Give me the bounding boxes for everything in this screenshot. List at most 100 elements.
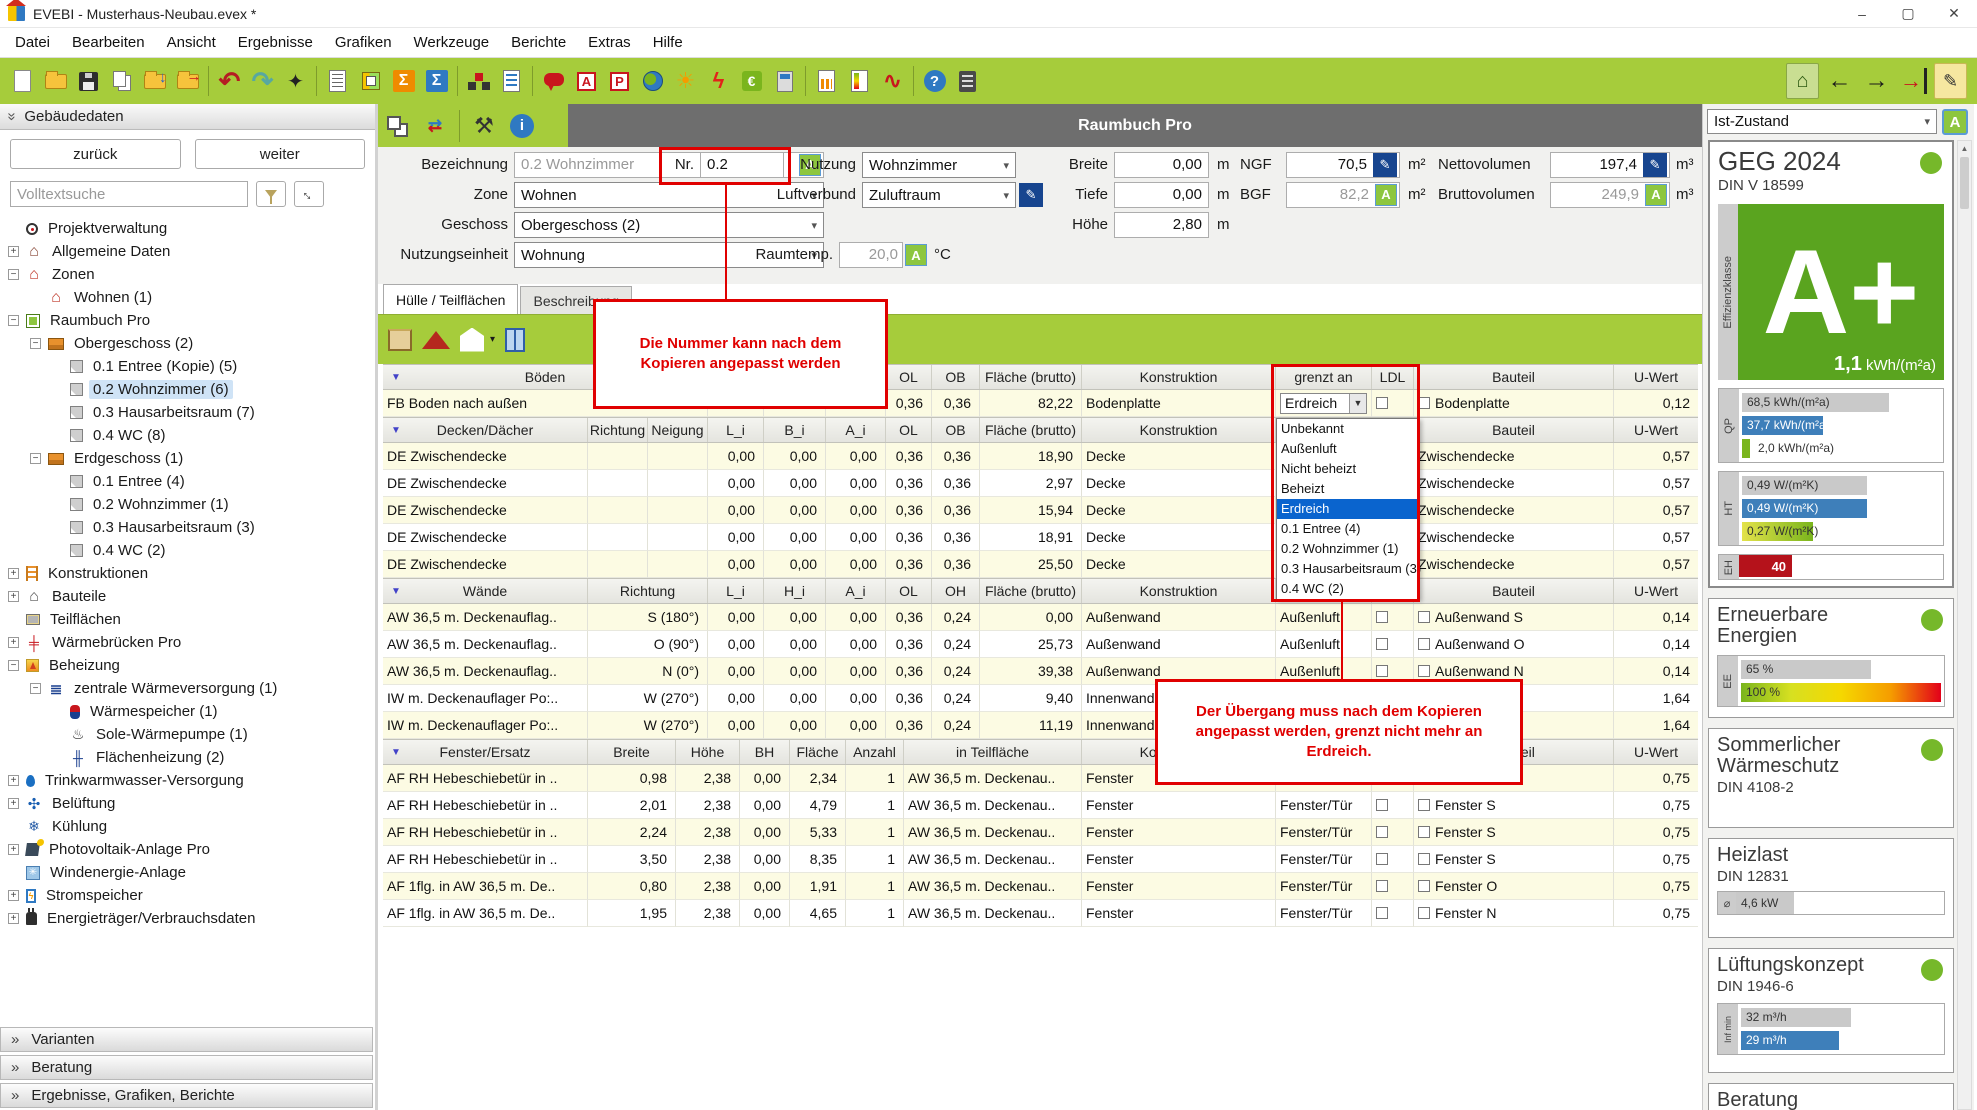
tree-item[interactable]: 0.2 Wohnzimmer (6) — [0, 378, 375, 401]
next-button[interactable]: weiter — [195, 139, 366, 169]
tree-item[interactable]: Flächenheizung (2) — [0, 746, 375, 769]
bauteil-checkbox[interactable] — [1418, 611, 1430, 623]
minimize-icon[interactable]: – — [1839, 0, 1885, 27]
boeden-row[interactable]: FB Boden nach außen 0,36 0,36 82,22 Bode… — [383, 390, 1698, 417]
menu-item[interactable]: Grafiken — [324, 30, 403, 55]
toolbar-icon[interactable] — [951, 63, 984, 99]
tree-item[interactable]: − Erdgeschoss (1) — [0, 447, 375, 470]
toolbar-nav-icon[interactable] — [1823, 63, 1856, 99]
fenster-row[interactable]: AF RH Hebeschiebetür in .. 2,24 2,38 0,0… — [383, 819, 1698, 846]
sidebar-header[interactable]: » Gebäudedaten — [0, 104, 375, 130]
compare-icon[interactable]: ⇄ — [416, 107, 454, 145]
tree-expander[interactable]: + — [8, 798, 19, 809]
tree-expander[interactable]: + — [8, 775, 19, 786]
close-icon[interactable]: ✕ — [1931, 0, 1977, 27]
tree-item[interactable]: Kühlung — [0, 815, 375, 838]
tree-expander[interactable]: + — [8, 637, 19, 648]
tree-item[interactable]: Sole-Wärmepumpe (1) — [0, 723, 375, 746]
tree-expander[interactable]: − — [8, 269, 19, 280]
toolbar-icon[interactable] — [213, 63, 246, 99]
luftverbund-select[interactable]: Zuluftraum▾ — [862, 182, 1016, 208]
toolbar-icon[interactable] — [204, 63, 213, 99]
toolbar-icon[interactable] — [312, 63, 321, 99]
maximize-icon[interactable]: ▢ — [1885, 0, 1931, 27]
tree-item[interactable]: 0.4 WC (8) — [0, 424, 375, 447]
toolbar-icon[interactable] — [810, 63, 843, 99]
grenzt-an-combo[interactable]: Erdreich▼ — [1280, 393, 1367, 414]
nettovolumen-field[interactable]: 197,4✎ — [1550, 152, 1670, 178]
bauteil-checkbox[interactable] — [1418, 799, 1430, 811]
toolbar-icon[interactable] — [354, 63, 387, 99]
ngf-field[interactable]: 70,5✎ — [1286, 152, 1400, 178]
tree-item[interactable]: Wohnen (1) — [0, 286, 375, 309]
toolbar-icon[interactable] — [768, 63, 801, 99]
toolbar-icon[interactable] — [702, 63, 735, 99]
toolbar-icon[interactable] — [105, 63, 138, 99]
add-floor-icon[interactable] — [388, 329, 412, 351]
tree-expander[interactable]: + — [8, 568, 19, 579]
results-scrollbar[interactable]: ▲ — [1957, 140, 1972, 1110]
decken-row[interactable]: DE Zwischendecke 0,00 0,00 0,00 0,36 0,3… — [383, 443, 1698, 470]
tree-expander[interactable]: + — [8, 246, 19, 257]
filter-icon[interactable]: ▼ — [387, 747, 401, 758]
tree-expander[interactable]: − — [30, 683, 41, 694]
tree-item[interactable]: Projektverwaltung — [0, 217, 375, 240]
menu-item[interactable]: Ergebnisse — [227, 30, 324, 55]
copy-room-icon[interactable] — [378, 107, 416, 145]
scrollbar-thumb[interactable] — [1960, 157, 1969, 209]
menu-item[interactable]: Extras — [577, 30, 642, 55]
tree-item[interactable]: + Photovoltaik-Anlage Pro — [0, 838, 375, 861]
tree-item[interactable]: + Bauteile — [0, 585, 375, 608]
filter-icon[interactable]: ▼ — [387, 586, 401, 597]
menu-item[interactable]: Bearbeiten — [61, 30, 156, 55]
tree-item[interactable]: − zentrale Wärmeversorgung (1) — [0, 677, 375, 700]
toolbar-icon[interactable] — [138, 63, 171, 99]
toolbar-icon[interactable] — [6, 63, 39, 99]
tree-item[interactable]: + Allgemeine Daten — [0, 240, 375, 263]
toolbar-icon[interactable] — [495, 63, 528, 99]
ldl-checkbox[interactable] — [1376, 853, 1388, 865]
ldl-checkbox[interactable] — [1376, 826, 1388, 838]
tree-expander[interactable]: + — [8, 913, 19, 924]
bauteil-checkbox[interactable] — [1418, 907, 1430, 919]
tree-item[interactable]: − Zonen — [0, 263, 375, 286]
brutto-auto-button[interactable]: A — [1645, 184, 1667, 206]
tree-item[interactable]: − Raumbuch Pro — [0, 309, 375, 332]
decken-row[interactable]: DE Zwischendecke 0,00 0,00 0,00 0,36 0,3… — [383, 470, 1698, 497]
bauteil-checkbox[interactable] — [1418, 397, 1430, 409]
scroll-up-icon[interactable]: ▲ — [1958, 141, 1971, 156]
add-window-icon[interactable] — [505, 328, 525, 352]
raumtemp-field[interactable]: 20,0 — [839, 242, 903, 268]
tree-item[interactable]: 0.3 Hausarbeitsraum (3) — [0, 516, 375, 539]
toolbar-icon[interactable] — [279, 63, 312, 99]
bauteil-checkbox[interactable] — [1418, 853, 1430, 865]
decken-row[interactable]: DE Zwischendecke 0,00 0,00 0,00 0,36 0,3… — [383, 551, 1698, 578]
toolbar-icon[interactable] — [387, 63, 420, 99]
dropdown-option[interactable]: Beheizt — [1277, 479, 1419, 499]
dropdown-option[interactable]: Unbekannt — [1277, 419, 1419, 439]
bauteil-checkbox[interactable] — [1418, 826, 1430, 838]
fenster-row[interactable]: AF RH Hebeschiebetür in .. 2,01 2,38 0,0… — [383, 792, 1698, 819]
tree-item[interactable]: 0.1 Entree (Kopie) (5) — [0, 355, 375, 378]
tree-item[interactable]: − Obergeschoss (2) — [0, 332, 375, 355]
toolbar-nav-icon[interactable] — [1860, 63, 1893, 99]
bauteil-checkbox[interactable] — [1418, 665, 1430, 677]
tree-item[interactable]: + Wärmebrücken Pro — [0, 631, 375, 654]
collapsed-panel[interactable]: » Ergebnisse, Grafiken, Berichte — [0, 1083, 373, 1108]
tree-item[interactable]: 0.4 WC (2) — [0, 539, 375, 562]
menu-item[interactable]: Hilfe — [642, 30, 694, 55]
tree-item[interactable]: 0.1 Entree (4) — [0, 470, 375, 493]
toolbar-icon[interactable] — [39, 63, 72, 99]
tab-huelle-teilflaechen[interactable]: Hülle / Teilflächen — [383, 284, 518, 314]
fenster-row[interactable]: AF RH Hebeschiebetür in .. 3,50 2,38 0,0… — [383, 846, 1698, 873]
breite-field[interactable]: 0,00 — [1114, 152, 1209, 178]
toolbar-nav-icon[interactable] — [1934, 63, 1967, 99]
toolbar-icon[interactable] — [735, 63, 768, 99]
ldl-checkbox[interactable] — [1376, 880, 1388, 892]
wall-dropdown-icon[interactable]: ▾ — [490, 334, 495, 345]
bruttovolumen-field[interactable]: 249,9A — [1550, 182, 1670, 208]
toolbar-icon[interactable] — [462, 63, 495, 99]
toolbar-icon[interactable] — [420, 63, 453, 99]
decken-row[interactable]: DE Zwischendecke 0,00 0,00 0,00 0,36 0,3… — [383, 524, 1698, 551]
variant-auto-button[interactable]: A — [1942, 109, 1968, 135]
